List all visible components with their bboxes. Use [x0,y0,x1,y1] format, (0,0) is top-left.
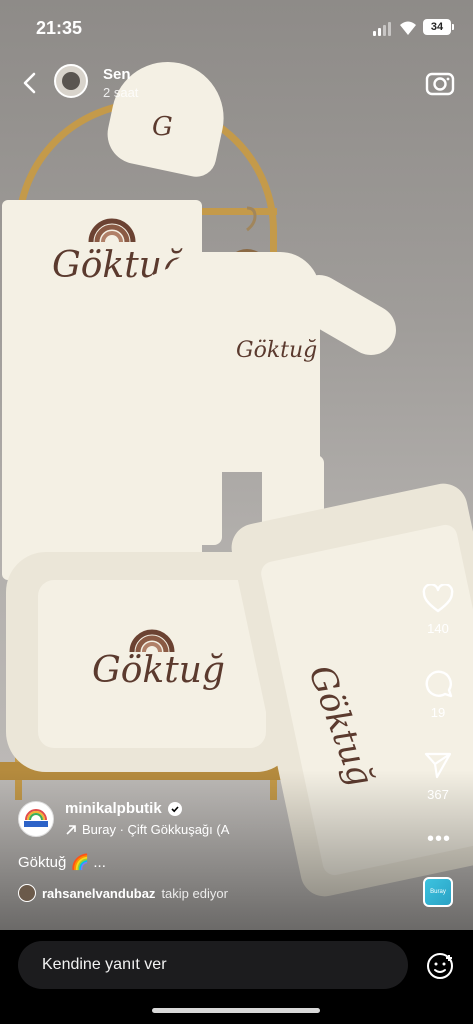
follower-status: takip ediyor [161,885,228,901]
comment-count: 19 [430,705,446,720]
music-text: Buray · Çift Gökkuşağı (A [82,822,230,837]
post-caption[interactable]: Göktuğ 🌈 ... [18,853,106,871]
comment-icon [425,670,453,698]
reply-input[interactable]: Kendine yanıt ver [18,941,408,989]
shop-avatar[interactable] [18,801,54,837]
share-button[interactable]: 367 [410,750,466,802]
status-bar: 21:35 34 [0,0,473,56]
owner-avatar[interactable] [54,64,88,98]
romper-left-leg [160,455,222,545]
cellular-signal-icon [373,22,391,36]
romper-name-embroidery: Göktuğ [236,338,318,363]
battery-tip [452,24,454,30]
battery-icon: 34 [423,19,451,35]
send-icon [424,752,452,779]
follower-avatar [18,884,36,902]
chevron-left-icon [23,72,36,94]
emoji-sticker-icon[interactable] [425,951,455,981]
more-options-button[interactable]: ••• [427,828,451,851]
heart-icon [422,583,454,613]
pillow-name-embroidery: Göktuğ [92,650,225,691]
shop-username-row[interactable]: minikalpbutik [65,800,182,817]
music-attribution[interactable]: Buray · Çift Gökkuşağı (A [65,822,255,837]
story-time-ago: 2 saat [103,85,139,100]
owner-name[interactable]: Sen [103,66,131,83]
comment-button[interactable]: 19 [410,668,466,720]
rainbow-embroidery [88,218,136,243]
home-indicator [152,1008,320,1013]
wifi-icon [400,21,416,35]
reel-thumbnail[interactable]: Buray [423,877,453,907]
story-photo: Göktuğ G Göktuğ Göktuğ Göktuğ [0,0,473,930]
reel-thumbnail-label: Buray [430,889,446,895]
follower-row[interactable]: rahsanelvandubaz takip ediyor [18,884,228,902]
verified-badge-icon [167,801,182,816]
like-count: 140 [427,621,449,636]
camera-icon[interactable] [424,67,456,99]
arrow-up-right-icon [66,824,76,835]
bottom-gradient-overlay [0,770,473,930]
share-count: 367 [427,787,449,802]
like-button[interactable]: 140 [410,583,466,636]
follower-username: rahsanelvandubaz [42,885,156,901]
back-button[interactable] [14,66,44,100]
shop-username[interactable]: minikalpbutik [65,800,162,817]
shop-logo-image [24,809,48,827]
bonnet-monogram: G [152,112,173,142]
status-time: 21:35 [36,18,83,38]
